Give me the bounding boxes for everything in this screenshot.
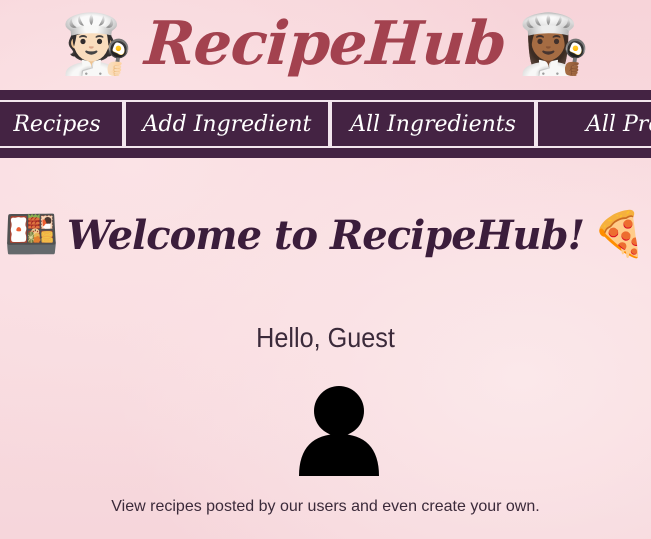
nav-item-recipes[interactable]: Recipes xyxy=(0,100,124,148)
site-logo-title[interactable]: RecipeHub xyxy=(143,9,509,79)
welcome-title: Welcome to RecipeHub! xyxy=(66,211,585,259)
nav-item-add-ingredient[interactable]: Add Ingredient xyxy=(124,100,330,148)
site-header: 🧑🏻‍🍳 RecipeHub 👩🏾‍🍳 xyxy=(0,0,651,88)
main-nav: Recipes Add Ingredient All Ingredients A… xyxy=(0,90,651,158)
nav-item-label: Add Ingredient xyxy=(142,111,312,137)
tagline-text: View recipes posted by our users and eve… xyxy=(111,498,540,515)
pizza-icon: 🍕 xyxy=(592,209,647,260)
bento-icon: 🍱 xyxy=(4,209,59,260)
nav-item-label: All Pro xyxy=(586,111,651,137)
welcome-heading: 🍱 Welcome to RecipeHub! 🍕 xyxy=(0,200,651,270)
chef-icon-left: 🧑🏻‍🍳 xyxy=(60,10,134,78)
greeting-text: Hello, Guest xyxy=(256,322,395,353)
nav-item-all-ingredients[interactable]: All Ingredients xyxy=(330,100,536,148)
chef-icon-right: 👩🏾‍🍳 xyxy=(517,10,591,78)
nav-item-label: All Ingredients xyxy=(350,111,516,137)
user-silhouette-icon xyxy=(299,386,379,476)
nav-item-label: Recipes xyxy=(13,111,101,137)
nav-track: Recipes Add Ingredient All Ingredients A… xyxy=(0,100,651,148)
nav-item-all-products[interactable]: All Pro xyxy=(536,100,651,148)
